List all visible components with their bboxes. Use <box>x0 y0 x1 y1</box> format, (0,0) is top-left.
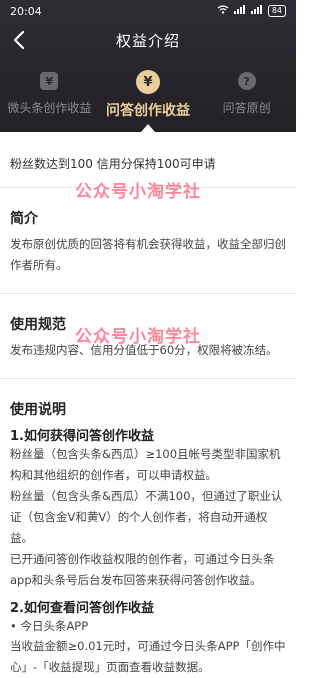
tab-qa-original[interactable]: ? 问答原创 <box>197 70 296 130</box>
tab-bar: ¥ 微头条创作收益 ¥ 问答创作收益 ? 问答原创 <box>0 70 296 130</box>
tab-label: 微头条创作收益 <box>7 101 92 115</box>
battery-icon: 84 <box>267 5 286 17</box>
header: 20:04 84 权益介绍 ¥ 微头条创作收益 ¥ 问答创作收益 ? 问答原创 <box>0 0 296 132</box>
tab-label: 问答原创 <box>222 101 271 115</box>
requirement-text: 粉丝数达到100 信用分保持100可申请 <box>10 157 216 171</box>
page-title: 权益介绍 <box>115 31 180 50</box>
active-tab-pointer <box>141 124 155 132</box>
question-icon: ? <box>237 72 256 90</box>
guide-paragraph: 当收益金额≥0.01元时，可通过今日头条APP「创作中心」-「收益提现」页面查看… <box>10 639 286 674</box>
tab-label: 问答创作收益 <box>106 103 190 119</box>
yuan-icon: ¥ <box>136 70 160 94</box>
divider <box>0 293 296 294</box>
signal-icon-2 <box>250 5 263 17</box>
guide-bullet: • 今日头条APP <box>10 619 89 633</box>
section-title-summary: 简介 <box>10 211 38 227</box>
guide-question-2: 2.如何查看问答创作收益 <box>10 601 154 616</box>
watermark: 公众号小淘学社 <box>75 182 201 202</box>
guide-paragraph: 已开通问答创作收益权限的创作者，可通过今日头条app和头条号后台发布回答来获得问… <box>10 552 275 587</box>
guide-paragraph: 粉丝量（包含头条&西瓜）不满100，但通过了职业认证（包含金V和黄V）的个人创作… <box>10 489 283 545</box>
section-title-guide: 使用说明 <box>10 402 66 418</box>
main-content: 粉丝数达到100 信用分保持100可申请 简介 发布原创优质的回答将有机会获得收… <box>0 132 296 674</box>
tab-qa-earnings[interactable]: ¥ 问答创作收益 <box>99 70 198 130</box>
status-time: 20:04 <box>10 4 42 18</box>
guide-question-1: 1.如何获得问答创作收益 <box>10 429 154 444</box>
status-icons: 84 <box>217 5 286 17</box>
tab-weitoutiao-earnings[interactable]: ¥ 微头条创作收益 <box>0 70 99 130</box>
yuan-icon: ¥ <box>40 72 59 90</box>
status-bar: 20:04 84 <box>0 0 296 22</box>
watermark: 公众号小淘学社 <box>75 327 201 347</box>
signal-icon <box>233 5 246 17</box>
divider <box>0 378 296 379</box>
back-arrow-icon[interactable] <box>8 28 32 52</box>
guide-paragraph: 粉丝量（包含头条&西瓜）≥100且帐号类型非国家机构和其他组织的创作者，可以申请… <box>10 447 281 482</box>
summary-text: 发布原创优质的回答将有机会获得收益，收益全部归创作者所有。 <box>10 237 286 272</box>
wifi-icon <box>217 5 229 17</box>
nav-bar: 权益介绍 <box>0 22 296 58</box>
